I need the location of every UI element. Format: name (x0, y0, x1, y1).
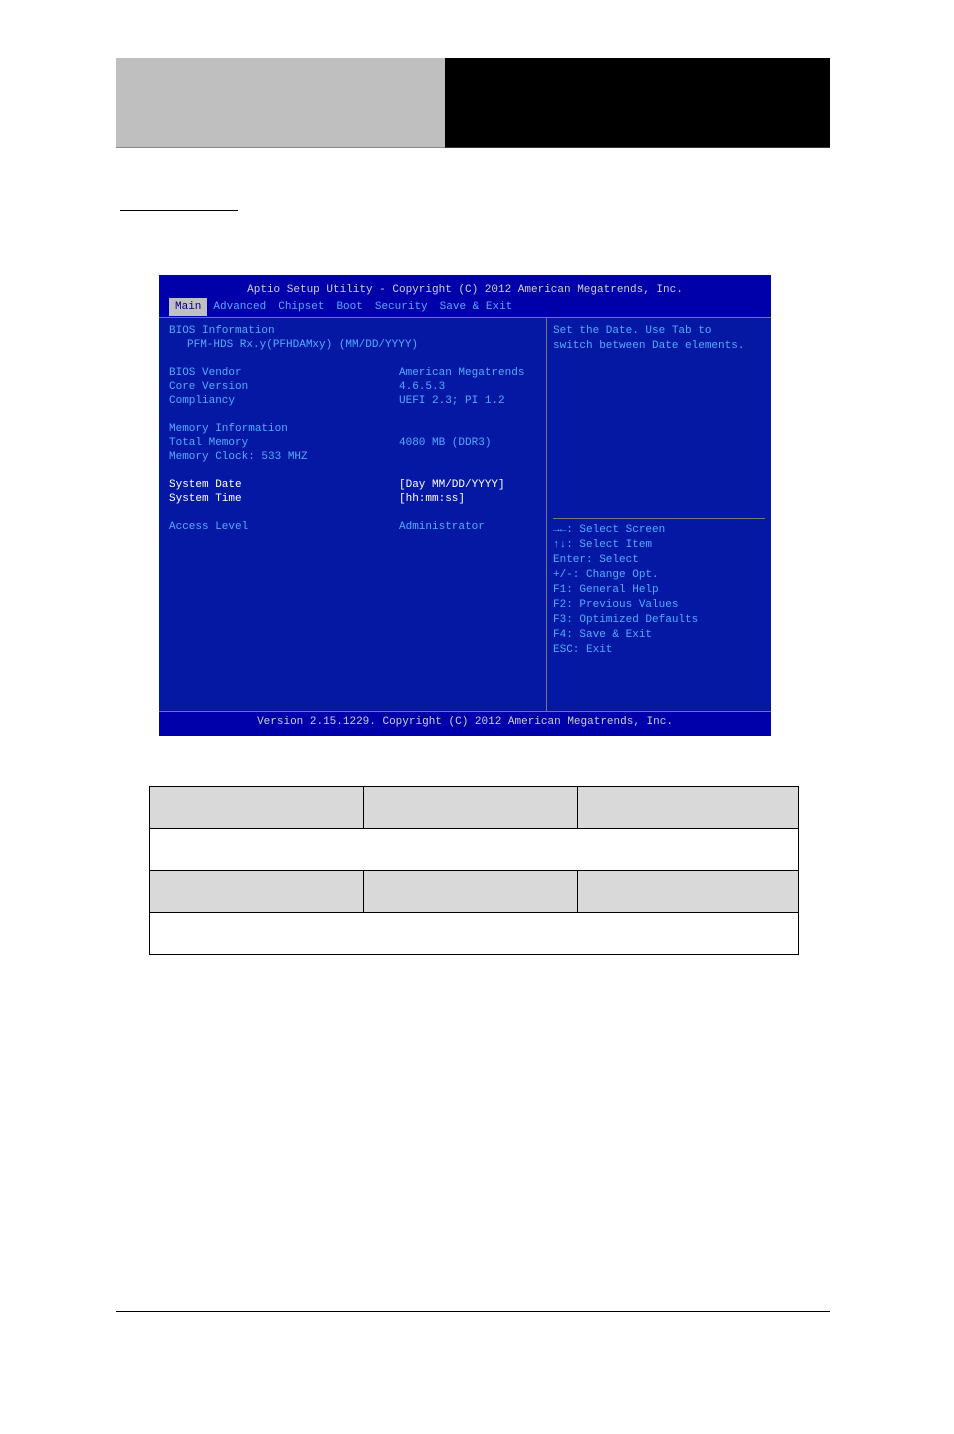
access-level-value: Administrator (399, 520, 536, 534)
bios-nav-help: →←: Select Screen ↑↓: Select Item Enter:… (547, 510, 771, 662)
compliancy-label: Compliancy (169, 394, 399, 408)
nav-change-opt: +/-: Change Opt. (553, 568, 765, 583)
help-separator (553, 518, 765, 519)
bios-body: BIOS Information PFM-HDS Rx.y(PFHDAMxy) … (159, 317, 771, 712)
header-right-block (445, 58, 830, 148)
help-line-2: switch between Date elements. (553, 339, 765, 354)
header-left-block (116, 58, 445, 148)
nav-f1: F1: General Help (553, 583, 765, 598)
bottom-rule (116, 1311, 830, 1312)
nav-f2: F2: Previous Values (553, 598, 765, 613)
bios-right-panel: Set the Date. Use Tab to switch between … (547, 318, 771, 711)
compliancy-value: UEFI 2.3; PI 1.2 (399, 394, 536, 408)
bios-menu-bar: Main Advanced Chipset Boot Security Save… (159, 297, 771, 317)
header-band (116, 58, 830, 148)
core-version-value: 4.6.5.3 (399, 380, 536, 394)
system-date-value[interactable]: [Day MM/DD/YYYY] (399, 478, 536, 492)
bios-info-heading: BIOS Information (169, 324, 399, 338)
memory-clock: Memory Clock: 533 MHZ (169, 450, 536, 464)
section-underline (120, 210, 238, 211)
menu-advanced[interactable]: Advanced (207, 298, 272, 316)
bios-vendor-value: American Megatrends (399, 366, 536, 380)
system-time-label[interactable]: System Time (169, 492, 399, 506)
info-table (149, 786, 799, 955)
table-r2 (150, 829, 799, 871)
menu-main[interactable]: Main (169, 298, 207, 316)
menu-save-exit[interactable]: Save & Exit (434, 298, 519, 316)
table-r3c2 (364, 871, 578, 913)
bios-window: Aptio Setup Utility - Copyright (C) 2012… (159, 275, 771, 736)
table-r1c3 (578, 787, 799, 829)
nav-f3: F3: Optimized Defaults (553, 613, 765, 628)
nav-select-item: ↑↓: Select Item (553, 538, 765, 553)
system-date-label[interactable]: System Date (169, 478, 399, 492)
nav-f4: F4: Save & Exit (553, 628, 765, 643)
bios-model: PFM-HDS Rx.y(PFHDAMxy) (MM/DD/YYYY) (169, 338, 536, 352)
bios-vendor-label: BIOS Vendor (169, 366, 399, 380)
core-version-label: Core Version (169, 380, 399, 394)
nav-enter: Enter: Select (553, 553, 765, 568)
access-level-label: Access Level (169, 520, 399, 534)
memory-heading: Memory Information (169, 422, 399, 436)
table-r3c3 (578, 871, 799, 913)
table-r1c2 (364, 787, 578, 829)
menu-chipset[interactable]: Chipset (272, 298, 330, 316)
table-r1c1 (150, 787, 364, 829)
total-memory-value: 4080 MB (DDR3) (399, 436, 536, 450)
help-line-1: Set the Date. Use Tab to (553, 324, 765, 339)
table-r3c1 (150, 871, 364, 913)
menu-security[interactable]: Security (369, 298, 434, 316)
bios-footer: Version 2.15.1229. Copyright (C) 2012 Am… (159, 712, 771, 732)
system-time-value[interactable]: [hh:mm:ss] (399, 492, 536, 506)
nav-select-screen: →←: Select Screen (553, 523, 765, 538)
bios-left-panel: BIOS Information PFM-HDS Rx.y(PFHDAMxy) … (159, 318, 547, 711)
nav-esc: ESC: Exit (553, 643, 765, 658)
table-r4 (150, 913, 799, 955)
menu-boot[interactable]: Boot (330, 298, 368, 316)
total-memory-label: Total Memory (169, 436, 399, 450)
bios-title: Aptio Setup Utility - Copyright (C) 2012… (159, 275, 771, 297)
